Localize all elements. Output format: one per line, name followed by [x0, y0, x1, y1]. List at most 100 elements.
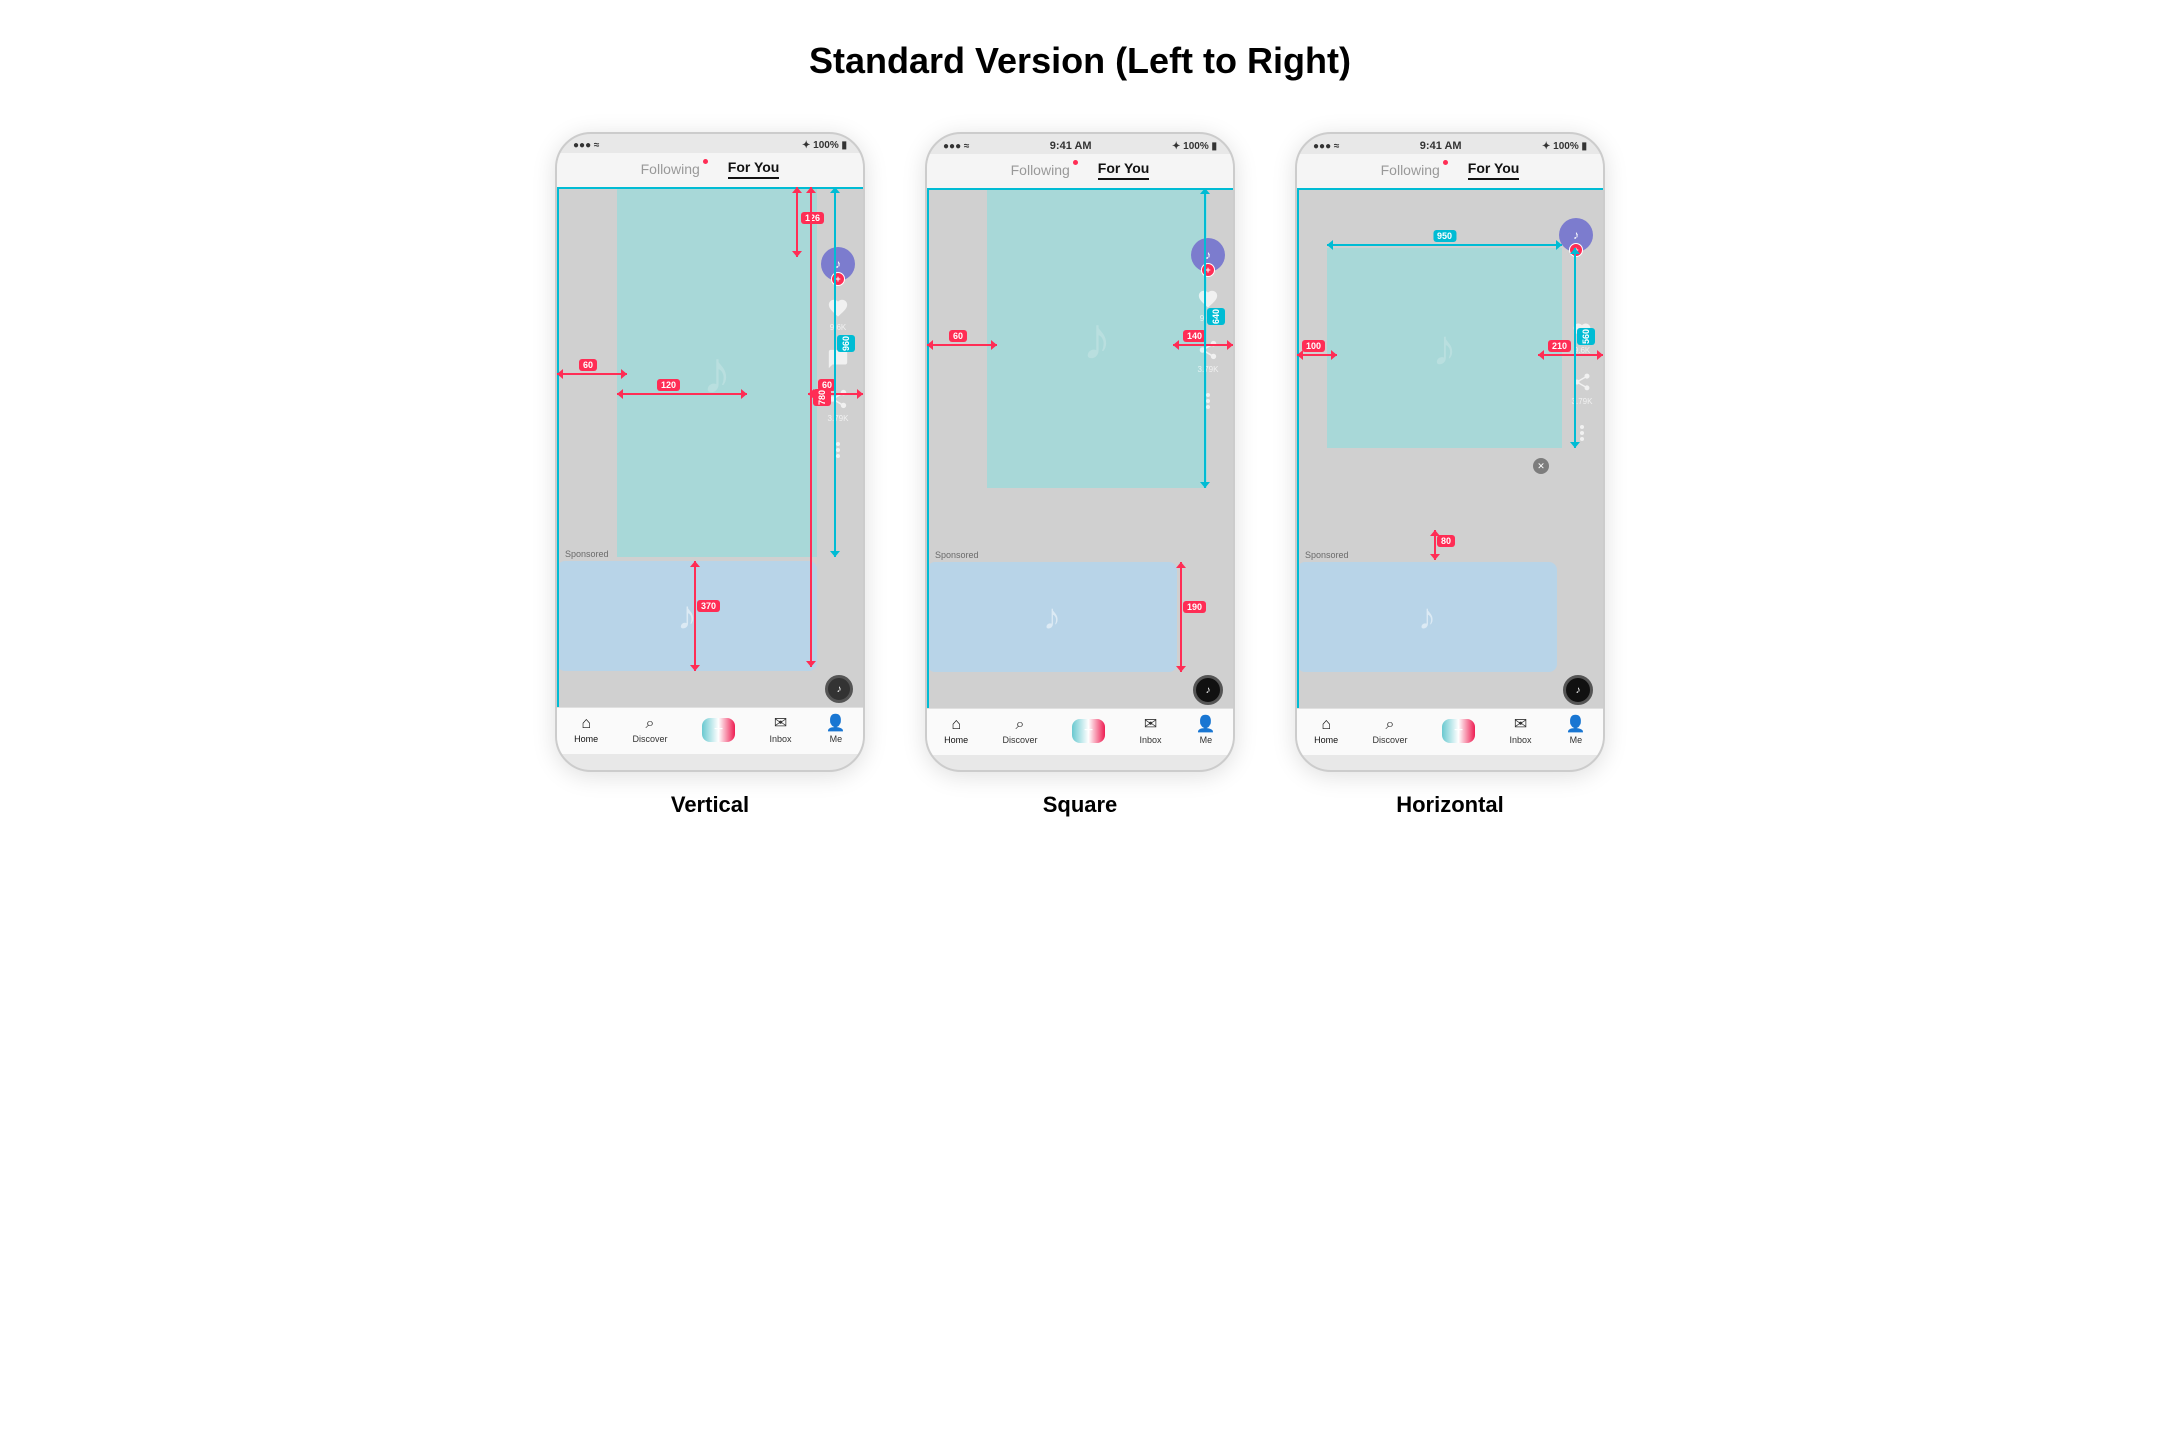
- plus-button-sq[interactable]: +: [1072, 719, 1105, 743]
- search-icon-h: ⌕: [1386, 717, 1395, 733]
- music-disc-v[interactable]: ♪: [825, 675, 853, 703]
- video-area-horizontal: ♪: [1327, 248, 1562, 448]
- sponsored-v: Sponsored: [565, 549, 609, 559]
- signal-vertical: ●●● ≈: [573, 140, 599, 151]
- measure-960-wrap: 960: [827, 187, 843, 557]
- tiktok-logo-h: ♪: [1432, 319, 1457, 377]
- status-bar-square: ●●● ≈ 9:41 AM ✦ 100% ▮: [927, 134, 1233, 154]
- sponsored-sq: Sponsored: [935, 550, 979, 560]
- content-horizontal: ♪ ♪ + 9.6K: [1297, 188, 1603, 708]
- tab-foryou-sq[interactable]: For You: [1098, 160, 1150, 180]
- nav-bar-horizontal: ⌂ Home ⌕ Discover + ✉ Inbox 👤 Me: [1297, 708, 1603, 755]
- ad-card-h[interactable]: ♪: [1297, 562, 1557, 672]
- measure-100-h: 100: [1297, 348, 1337, 362]
- measure-190-sq: 190: [1173, 562, 1189, 672]
- nav-inbox-v[interactable]: ✉ Inbox: [770, 716, 792, 744]
- label-370-v: 370: [697, 600, 720, 612]
- nav-discover-label-h: Discover: [1373, 735, 1408, 745]
- label-80-h: 80: [1437, 535, 1455, 547]
- inbox-icon-sq: ✉: [1144, 717, 1157, 733]
- nav-me-v[interactable]: 👤 Me: [826, 716, 846, 744]
- dot-sq: [1073, 160, 1078, 165]
- close-btn-h[interactable]: ✕: [1533, 458, 1549, 474]
- tab-following-v[interactable]: Following: [641, 161, 700, 177]
- time-h: 9:41 AM: [1420, 140, 1462, 152]
- left-measure-line-v: [557, 187, 559, 707]
- left-measure-h: [1297, 188, 1299, 708]
- app-header-square: Following For You: [927, 154, 1233, 188]
- nav-plus-v[interactable]: +: [702, 718, 735, 742]
- battery-h: ✦ 100% ▮: [1542, 141, 1587, 152]
- tab-foryou-v[interactable]: For You: [728, 159, 780, 179]
- label-60-sq: 60: [949, 330, 967, 342]
- measure-60-sq-left: 60: [927, 338, 997, 352]
- plus-button-v[interactable]: +: [702, 718, 735, 742]
- top-measure-sq: [927, 188, 1233, 190]
- phone-container-horizontal: ●●● ≈ 9:41 AM ✦ 100% ▮ Following For You: [1295, 132, 1605, 818]
- avatar-h[interactable]: ♪ +: [1559, 218, 1593, 252]
- nav-home-v[interactable]: ⌂ Home: [574, 716, 598, 744]
- tabs-horizontal: Following For You: [1297, 160, 1603, 180]
- content-vertical: ♪ ♪ + 9.6K: [557, 187, 863, 707]
- nav-home-label-v: Home: [574, 734, 598, 744]
- tab-following-h[interactable]: Following: [1381, 162, 1440, 178]
- nav-home-label-sq: Home: [944, 735, 968, 745]
- label-780-v: 780: [813, 389, 831, 406]
- tabs-vertical: Following For You: [557, 159, 863, 179]
- nav-home-sq[interactable]: ⌂ Home: [944, 717, 968, 745]
- home-icon-sq: ⌂: [951, 717, 961, 733]
- app-header-vertical: Following For You: [557, 153, 863, 187]
- app-header-horizontal: Following For You: [1297, 154, 1603, 188]
- label-horizontal: Horizontal: [1396, 792, 1504, 818]
- nav-home-label-h: Home: [1314, 735, 1338, 745]
- tab-foryou-h[interactable]: For You: [1468, 160, 1520, 180]
- nav-home-h[interactable]: ⌂ Home: [1314, 717, 1338, 745]
- label-640h-sq: 640: [1207, 308, 1225, 325]
- profile-icon-v: 👤: [826, 716, 846, 732]
- nav-inbox-sq[interactable]: ✉ Inbox: [1140, 717, 1162, 745]
- nav-discover-h[interactable]: ⌕ Discover: [1373, 717, 1408, 745]
- ad-card-sq[interactable]: ♪: [927, 562, 1177, 672]
- nav-me-label-sq: Me: [1200, 735, 1213, 745]
- measure-950-h-wrap: 950: [1327, 238, 1562, 252]
- nav-me-h[interactable]: 👤 Me: [1566, 717, 1586, 745]
- page-title: Standard Version (Left to Right): [809, 40, 1351, 82]
- label-560-h: 560: [1577, 328, 1595, 345]
- music-disc-h[interactable]: ♪: [1563, 675, 1593, 705]
- music-bar-h: ♪: [1297, 672, 1603, 708]
- inbox-icon-v: ✉: [774, 716, 787, 732]
- music-disc-sq[interactable]: ♪: [1193, 675, 1223, 705]
- dot-v: [703, 159, 708, 164]
- phone-square: ●●● ≈ 9:41 AM ✦ 100% ▮ Following For You: [925, 132, 1235, 772]
- tab-following-sq[interactable]: Following: [1011, 162, 1070, 178]
- nav-plus-sq[interactable]: +: [1072, 719, 1105, 743]
- nav-inbox-h[interactable]: ✉ Inbox: [1510, 717, 1532, 745]
- label-950-h: 950: [1433, 230, 1456, 242]
- nav-discover-v[interactable]: ⌕ Discover: [633, 716, 668, 744]
- label-square: Square: [1043, 792, 1118, 818]
- nav-me-label-h: Me: [1570, 735, 1583, 745]
- music-bar-v: ♪: [557, 671, 863, 707]
- measure-370-wrap: 370: [687, 561, 703, 671]
- phone-container-vertical: ●●● ≈ ✦ 100% ▮ Following For You: [555, 132, 865, 818]
- inbox-icon-h: ✉: [1514, 717, 1527, 733]
- nav-inbox-label-sq: Inbox: [1140, 735, 1162, 745]
- plus-button-h[interactable]: +: [1442, 719, 1475, 743]
- nav-discover-sq[interactable]: ⌕ Discover: [1003, 717, 1038, 745]
- music-bar-sq: ♪: [927, 672, 1233, 708]
- battery-vertical: ✦ 100% ▮: [802, 140, 847, 151]
- label-190-sq: 190: [1183, 601, 1206, 613]
- nav-plus-h[interactable]: +: [1442, 719, 1475, 743]
- ad-tiktok-sq: ♪: [1043, 596, 1061, 638]
- search-icon-sq: ⌕: [1016, 717, 1025, 733]
- nav-me-sq[interactable]: 👤 Me: [1196, 717, 1216, 745]
- signal-square: ●●● ≈: [943, 141, 969, 152]
- tiktok-logo-sq: ♪: [1082, 304, 1112, 373]
- ad-tiktok-h: ♪: [1418, 596, 1436, 638]
- phone-horizontal: ●●● ≈ 9:41 AM ✦ 100% ▮ Following For You: [1295, 132, 1605, 772]
- measure-560-h-wrap: 560: [1567, 248, 1583, 448]
- phone-container-square: ●●● ≈ 9:41 AM ✦ 100% ▮ Following For You: [925, 132, 1235, 818]
- nav-inbox-label-h: Inbox: [1510, 735, 1532, 745]
- phones-row: ●●● ≈ ✦ 100% ▮ Following For You: [555, 132, 1605, 818]
- top-measure-h: [1297, 188, 1603, 190]
